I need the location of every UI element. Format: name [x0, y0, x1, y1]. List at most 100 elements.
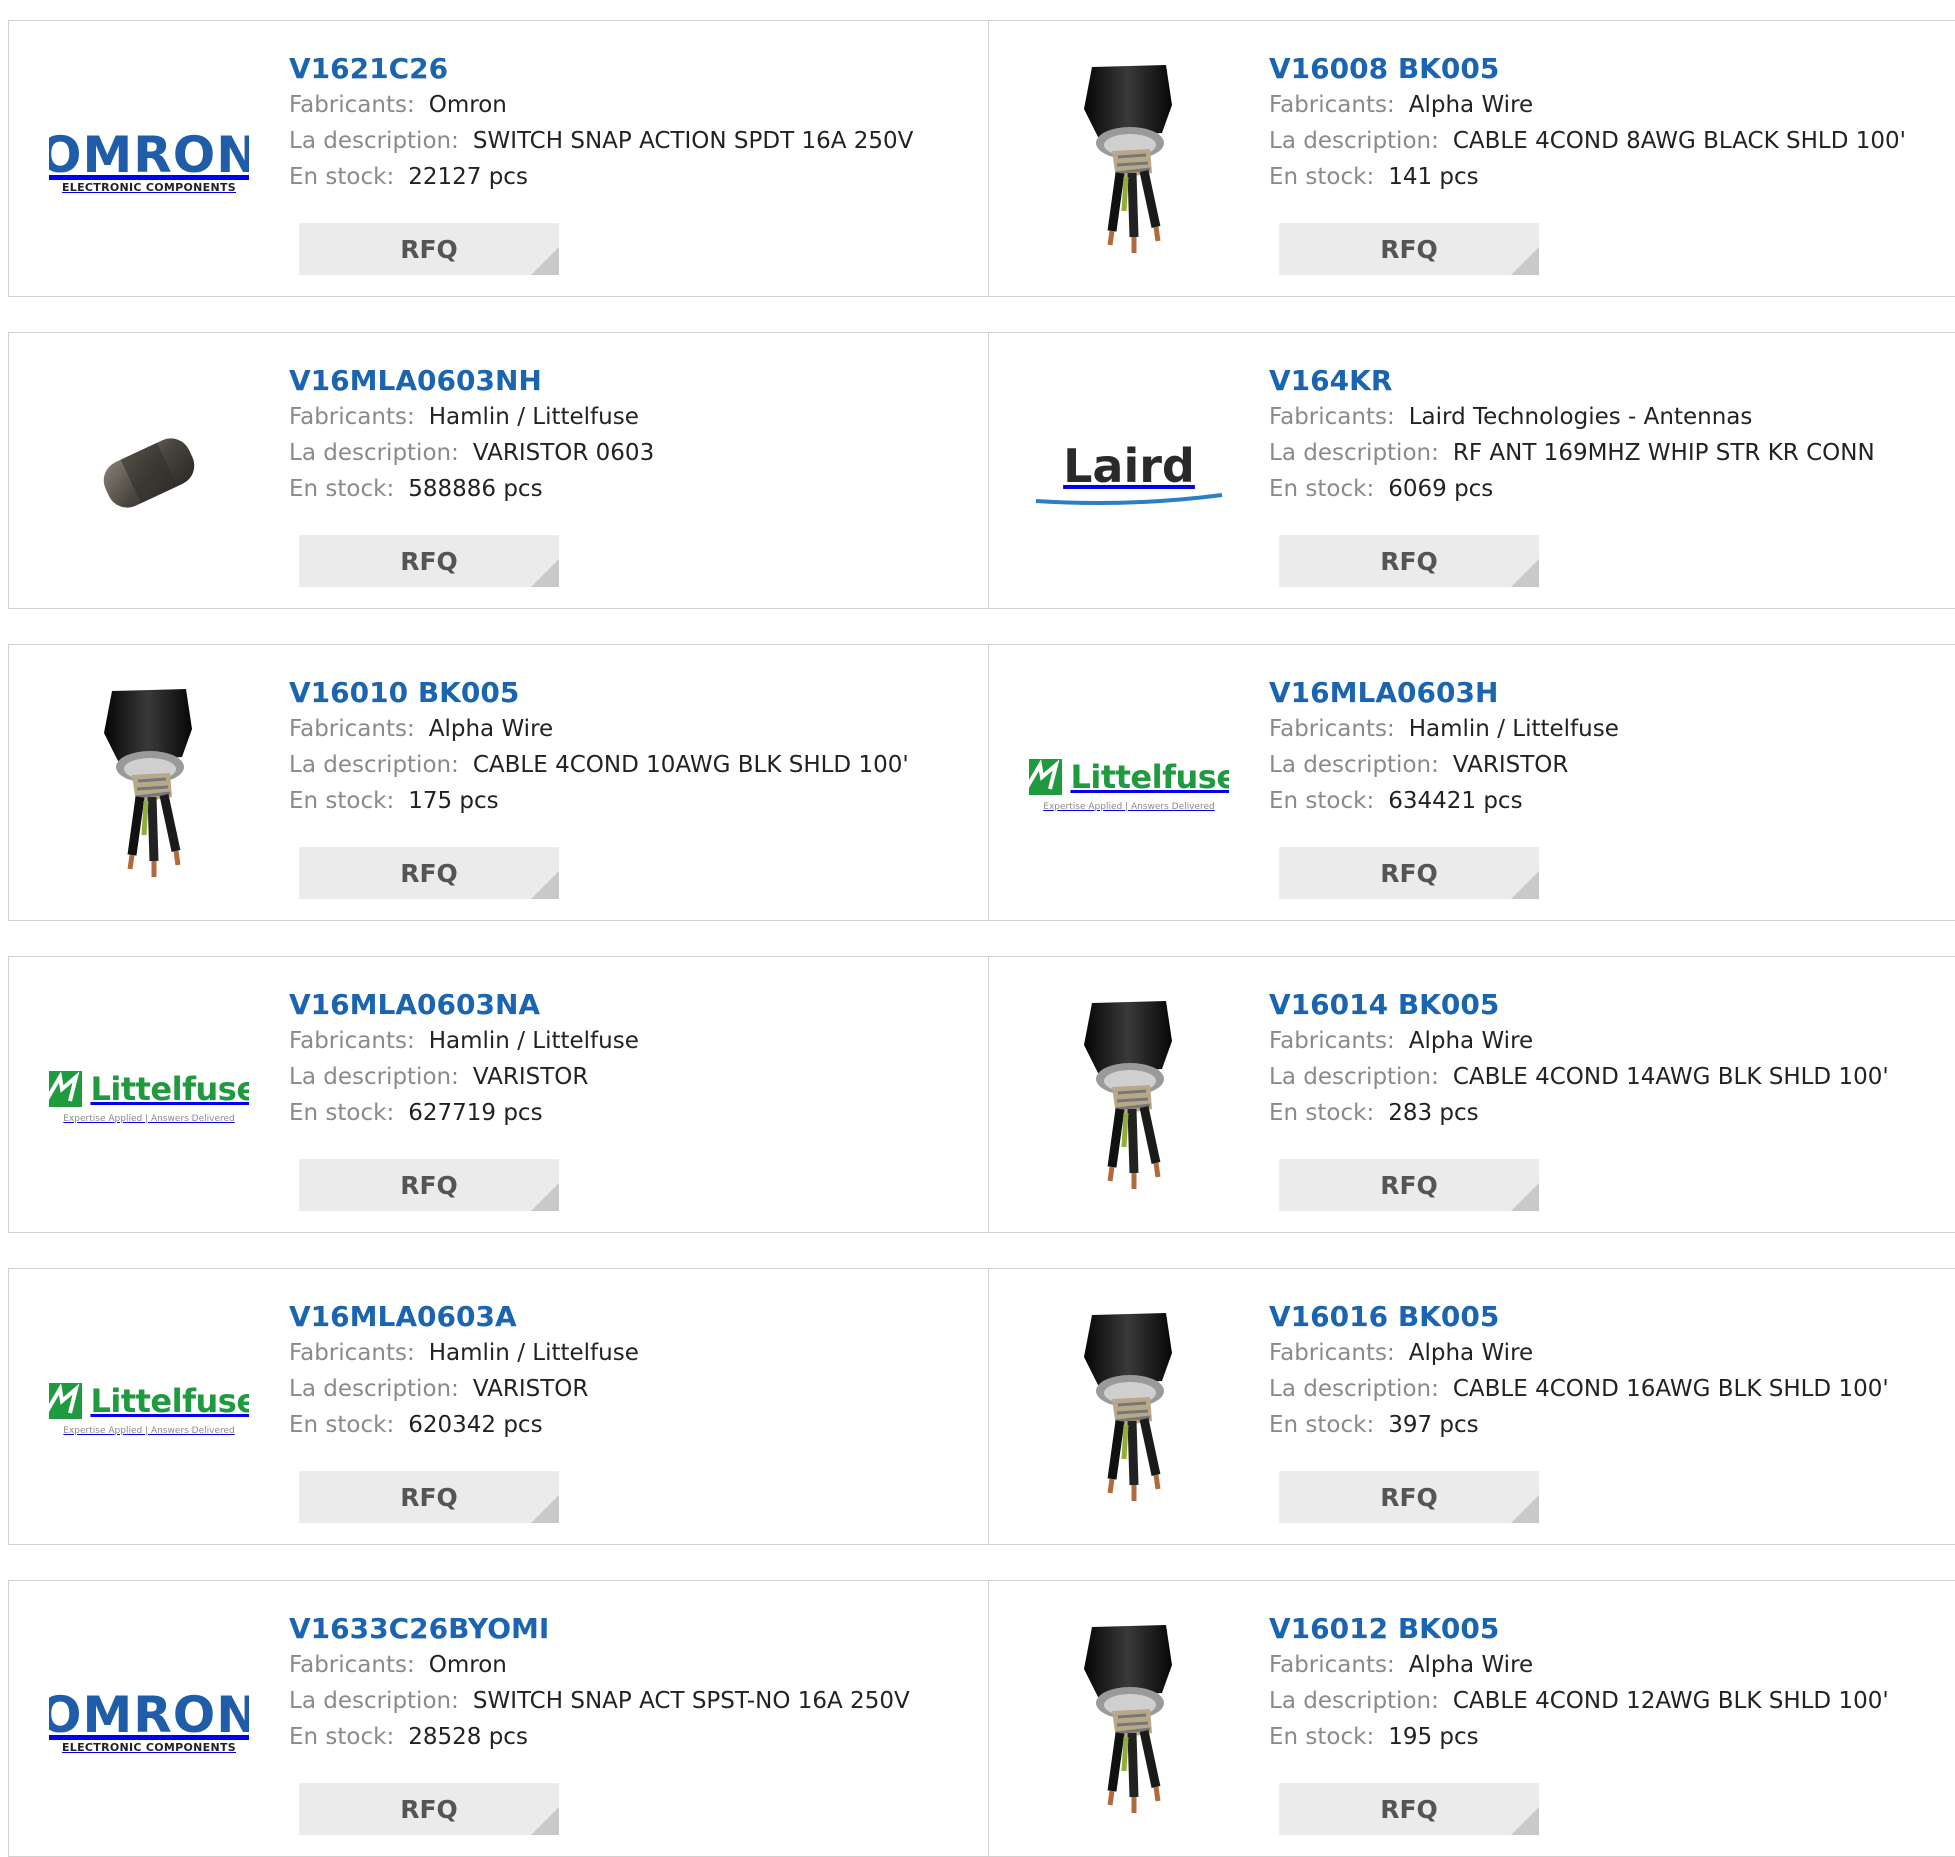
description-value: CABLE 4COND 14AWG BLK SHLD 100'	[1452, 1064, 1889, 1090]
rfq-label: RFQ	[1380, 1794, 1438, 1824]
part-number-link[interactable]: V16MLA0603NA	[289, 987, 978, 1023]
description-row: La description: CABLE 4COND 8AWG BLACK SH…	[1269, 123, 1955, 159]
manufacturer-label: Fabricants:	[1269, 716, 1395, 742]
rfq-button[interactable]: RFQ	[299, 1159, 559, 1211]
rfq-button[interactable]: RFQ	[299, 535, 559, 587]
product-card: Littelfuse Expertise Applied | Answers D…	[8, 1268, 989, 1545]
cable-photo[interactable]	[1029, 61, 1229, 261]
product-info: V16008 BK005 Fabricants: Alpha Wire La de…	[1269, 51, 1955, 195]
rfq-label: RFQ	[1380, 858, 1438, 888]
stock-value: 28528 pcs	[408, 1724, 528, 1750]
rfq-button[interactable]: RFQ	[1279, 535, 1539, 587]
stock-label: En stock:	[1269, 1412, 1375, 1438]
product-card: OMRON ELECTRONIC COMPONENTS V1633C26BYOMI…	[8, 1580, 989, 1857]
rfq-label: RFQ	[400, 546, 458, 576]
part-number-link[interactable]: V16014 BK005	[1269, 987, 1955, 1023]
description-row: La description: RF ANT 169MHZ WHIP STR KR…	[1269, 435, 1955, 471]
chip-varistor-photo[interactable]	[49, 373, 249, 573]
stock-value: 22127 pcs	[408, 164, 528, 190]
rfq-corner-decoration	[1511, 247, 1539, 275]
manufacturer-row: Fabricants: Hamlin / Littelfuse	[1269, 711, 1955, 747]
description-value: SWITCH SNAP ACTION SPDT 16A 250V	[472, 128, 914, 154]
rfq-button[interactable]: RFQ	[1279, 1159, 1539, 1211]
manufacturer-row: Fabricants: Alpha Wire	[1269, 1647, 1955, 1683]
cable-photo[interactable]	[1029, 1309, 1229, 1509]
omron-logo[interactable]: OMRON ELECTRONIC COMPONENTS	[49, 1621, 249, 1821]
part-number-link[interactable]: V16MLA0603NH	[289, 363, 978, 399]
description-value: CABLE 4COND 8AWG BLACK SHLD 100'	[1452, 128, 1906, 154]
laird-logo[interactable]: Laird	[1029, 373, 1229, 573]
stock-value: 6069 pcs	[1388, 476, 1494, 502]
part-number-link[interactable]: V16016 BK005	[1269, 1299, 1955, 1335]
rfq-label: RFQ	[1380, 1170, 1438, 1200]
rfq-label: RFQ	[400, 234, 458, 264]
description-row: La description: VARISTOR 0603	[289, 435, 978, 471]
part-number-link[interactable]: V16MLA0603H	[1269, 675, 1955, 711]
description-label: La description:	[1269, 1376, 1439, 1402]
rfq-button[interactable]: RFQ	[299, 1471, 559, 1523]
manufacturer-value: Alpha Wire	[1408, 1652, 1534, 1678]
product-card: V16MLA0603NH Fabricants: Hamlin / Littelf…	[8, 332, 989, 609]
part-number-link[interactable]: V16012 BK005	[1269, 1611, 1955, 1647]
rfq-button[interactable]: RFQ	[299, 847, 559, 899]
rfq-button[interactable]: RFQ	[1279, 223, 1539, 275]
stock-label: En stock:	[1269, 164, 1375, 190]
description-value: CABLE 4COND 10AWG BLK SHLD 100'	[472, 752, 909, 778]
rfq-button[interactable]: RFQ	[299, 1783, 559, 1835]
product-grid: OMRON ELECTRONIC COMPONENTS V1621C26 Fabr…	[0, 0, 1955, 1857]
manufacturer-value: Alpha Wire	[1408, 1340, 1534, 1366]
cable-photo[interactable]	[49, 685, 249, 885]
part-number-link[interactable]: V16010 BK005	[289, 675, 978, 711]
manufacturer-row: Fabricants: Omron	[289, 1647, 978, 1683]
littelfuse-logo-text: Littelfuse	[90, 1070, 249, 1108]
stock-row: En stock: 6069 pcs	[1269, 471, 1955, 507]
manufacturer-label: Fabricants:	[289, 92, 415, 118]
littelfuse-logo[interactable]: Littelfuse Expertise Applied | Answers D…	[49, 997, 249, 1197]
part-number-link[interactable]: V16008 BK005	[1269, 51, 1955, 87]
rfq-button[interactable]: RFQ	[1279, 1783, 1539, 1835]
product-card: OMRON ELECTRONIC COMPONENTS V1621C26 Fabr…	[8, 20, 989, 297]
littelfuse-logo[interactable]: Littelfuse Expertise Applied | Answers D…	[1029, 685, 1229, 885]
rfq-button[interactable]: RFQ	[1279, 847, 1539, 899]
rfq-label: RFQ	[400, 1482, 458, 1512]
description-label: La description:	[289, 1688, 459, 1714]
stock-value: 397 pcs	[1388, 1412, 1479, 1438]
cable-photo[interactable]	[1029, 1621, 1229, 1821]
omron-logo[interactable]: OMRON ELECTRONIC COMPONENTS	[49, 61, 249, 261]
stock-label: En stock:	[289, 164, 395, 190]
description-value: VARISTOR	[1452, 752, 1569, 778]
description-value: SWITCH SNAP ACT SPST-NO 16A 250V	[472, 1688, 910, 1714]
description-row: La description: VARISTOR	[289, 1371, 978, 1407]
product-info: V1621C26 Fabricants: Omron La description…	[289, 51, 978, 195]
stock-row: En stock: 397 pcs	[1269, 1407, 1955, 1443]
rfq-corner-decoration	[531, 247, 559, 275]
description-label: La description:	[289, 1064, 459, 1090]
stock-value: 627719 pcs	[408, 1100, 543, 1126]
product-info: V16MLA0603NH Fabricants: Hamlin / Littelf…	[289, 363, 978, 507]
rfq-corner-decoration	[531, 1183, 559, 1211]
part-number-link[interactable]: V164KR	[1269, 363, 1955, 399]
manufacturer-value: Omron	[428, 92, 507, 118]
omron-logo-subtext: ELECTRONIC COMPONENTS	[61, 180, 237, 194]
stock-label: En stock:	[289, 788, 395, 814]
part-number-link[interactable]: V16MLA0603A	[289, 1299, 978, 1335]
littelfuse-logo-text: Littelfuse	[90, 1382, 249, 1420]
manufacturer-value: Laird Technologies - Antennas	[1408, 404, 1753, 430]
description-label: La description:	[1269, 1064, 1439, 1090]
stock-value: 620342 pcs	[408, 1412, 543, 1438]
omron-logo-text: OMRON	[49, 1685, 249, 1744]
rfq-button[interactable]: RFQ	[299, 223, 559, 275]
rfq-label: RFQ	[1380, 234, 1438, 264]
manufacturer-label: Fabricants:	[1269, 404, 1395, 430]
manufacturer-row: Fabricants: Hamlin / Littelfuse	[289, 1023, 978, 1059]
littelfuse-logo[interactable]: Littelfuse Expertise Applied | Answers D…	[49, 1309, 249, 1509]
rfq-button[interactable]: RFQ	[1279, 1471, 1539, 1523]
part-number-link[interactable]: V1621C26	[289, 51, 978, 87]
cable-photo[interactable]	[1029, 997, 1229, 1197]
manufacturer-value: Omron	[428, 1652, 507, 1678]
product-info: V16010 BK005 Fabricants: Alpha Wire La de…	[289, 675, 978, 819]
manufacturer-row: Fabricants: Alpha Wire	[1269, 87, 1955, 123]
manufacturer-value: Alpha Wire	[1408, 1028, 1534, 1054]
part-number-link[interactable]: V1633C26BYOMI	[289, 1611, 978, 1647]
manufacturer-label: Fabricants:	[289, 1652, 415, 1678]
